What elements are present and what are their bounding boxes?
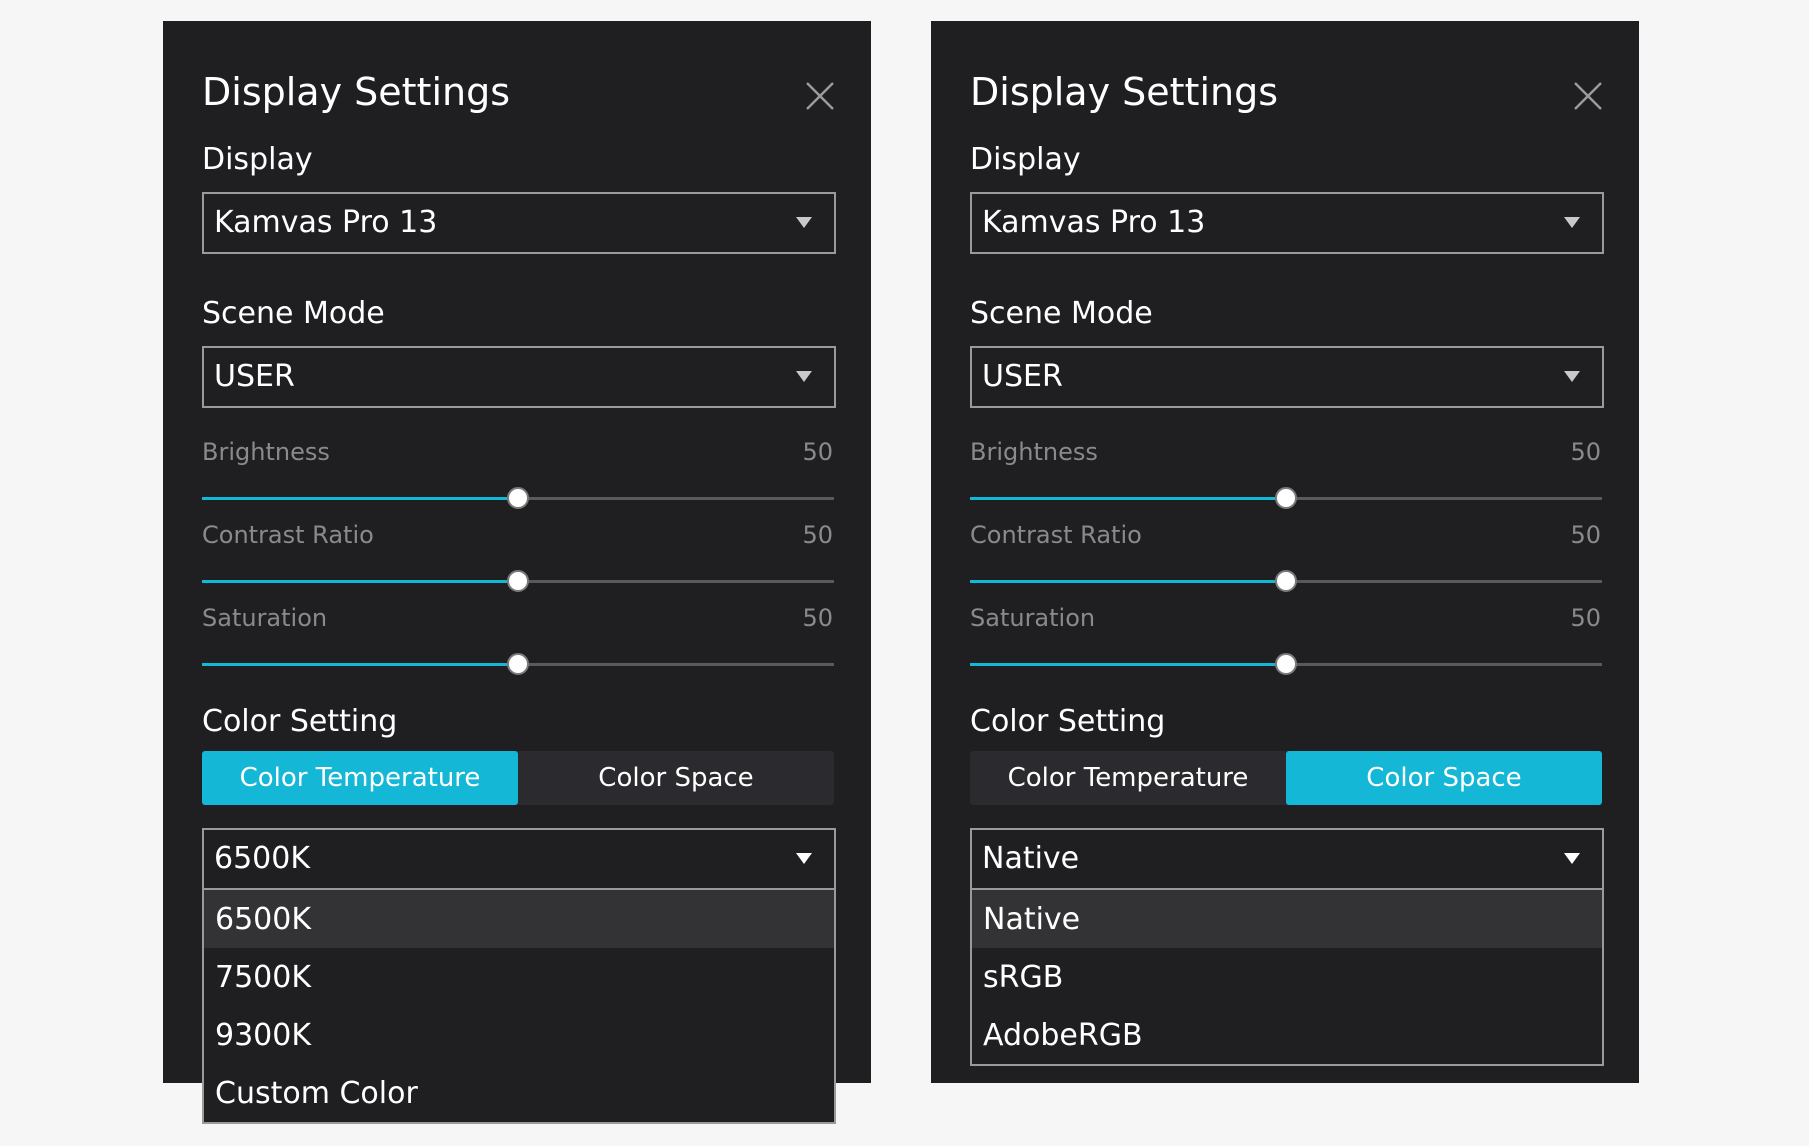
chevron-down-icon bbox=[1564, 217, 1580, 228]
slider-thumb[interactable] bbox=[1275, 653, 1297, 675]
slider-fill bbox=[970, 663, 1286, 666]
contrast-ratio-slider[interactable] bbox=[202, 570, 834, 592]
brightness-slider[interactable] bbox=[970, 487, 1602, 509]
slider-thumb[interactable] bbox=[1275, 570, 1297, 592]
saturation-slider[interactable] bbox=[970, 653, 1602, 675]
tab-color-space[interactable]: Color Space bbox=[1286, 751, 1602, 805]
brightness-value: 50 bbox=[802, 438, 833, 466]
display-label: Display bbox=[970, 142, 1081, 177]
brightness-value: 50 bbox=[1570, 438, 1601, 466]
tab-color-space[interactable]: Color Space bbox=[518, 751, 834, 805]
tab-color-temperature[interactable]: Color Temperature bbox=[970, 751, 1286, 805]
color-space-select[interactable]: Native bbox=[970, 828, 1604, 890]
dropdown-option-label: 9300K bbox=[215, 1018, 312, 1053]
display-settings-panel-temperature: Display Settings Display Kamvas Pro 13 S… bbox=[163, 21, 871, 1124]
display-select[interactable]: Kamvas Pro 13 bbox=[202, 192, 836, 254]
slider-fill bbox=[202, 663, 518, 666]
dropdown-option-label: 7500K bbox=[215, 960, 312, 995]
display-select[interactable]: Kamvas Pro 13 bbox=[970, 192, 1604, 254]
display-select-value: Kamvas Pro 13 bbox=[982, 205, 1206, 240]
contrast-ratio-label: Contrast Ratio bbox=[970, 521, 1142, 549]
chevron-down-icon bbox=[1564, 853, 1580, 864]
color-setting-label: Color Setting bbox=[202, 704, 398, 739]
scene-mode-label: Scene Mode bbox=[202, 296, 385, 331]
scene-mode-label: Scene Mode bbox=[970, 296, 1153, 331]
saturation-label: Saturation bbox=[970, 604, 1096, 632]
contrast-ratio-value: 50 bbox=[802, 521, 833, 549]
slider-thumb[interactable] bbox=[507, 653, 529, 675]
display-select-value: Kamvas Pro 13 bbox=[214, 205, 438, 240]
saturation-value: 50 bbox=[802, 604, 833, 632]
dropdown-option[interactable]: sRGB bbox=[972, 948, 1602, 1006]
slider-thumb[interactable] bbox=[507, 487, 529, 509]
display-settings-panel-space: Display Settings Display Kamvas Pro 13 S… bbox=[931, 21, 1639, 1083]
contrast-ratio-value: 50 bbox=[1570, 521, 1601, 549]
contrast-ratio-slider[interactable] bbox=[970, 570, 1602, 592]
color-temperature-dropdown: 6500K 7500K 9300K Custom Color bbox=[202, 890, 836, 1124]
brightness-label: Brightness bbox=[970, 438, 1098, 466]
dropdown-option[interactable]: Custom Color bbox=[204, 1064, 834, 1122]
close-icon[interactable] bbox=[803, 79, 837, 113]
color-setting-label: Color Setting bbox=[970, 704, 1166, 739]
saturation-label: Saturation bbox=[202, 604, 328, 632]
close-icon[interactable] bbox=[1571, 79, 1605, 113]
chevron-down-icon bbox=[796, 217, 812, 228]
slider-fill bbox=[202, 497, 518, 500]
display-label: Display bbox=[202, 142, 313, 177]
color-setting-tabs: Color Temperature Color Space bbox=[970, 751, 1602, 805]
tab-color-temperature[interactable]: Color Temperature bbox=[202, 751, 518, 805]
chevron-down-icon bbox=[796, 853, 812, 864]
contrast-ratio-label: Contrast Ratio bbox=[202, 521, 374, 549]
color-temperature-select[interactable]: 6500K bbox=[202, 828, 836, 890]
color-space-select-value: Native bbox=[982, 841, 1080, 876]
slider-fill bbox=[202, 580, 518, 583]
dropdown-option-label: Native bbox=[983, 902, 1081, 937]
dropdown-option[interactable]: 6500K bbox=[204, 890, 834, 948]
dropdown-option[interactable]: AdobeRGB bbox=[972, 1006, 1602, 1064]
slider-thumb[interactable] bbox=[507, 570, 529, 592]
brightness-label: Brightness bbox=[202, 438, 330, 466]
scene-mode-select[interactable]: USER bbox=[202, 346, 836, 408]
color-temperature-select-value: 6500K bbox=[214, 841, 311, 876]
slider-fill bbox=[970, 580, 1286, 583]
brightness-slider[interactable] bbox=[202, 487, 834, 509]
scene-mode-select-value: USER bbox=[214, 359, 295, 394]
dropdown-option-label: sRGB bbox=[983, 960, 1064, 995]
chevron-down-icon bbox=[796, 371, 812, 382]
dropdown-option-label: Custom Color bbox=[215, 1076, 418, 1111]
color-setting-tabs: Color Temperature Color Space bbox=[202, 751, 834, 805]
slider-thumb[interactable] bbox=[1275, 487, 1297, 509]
panel-title: Display Settings bbox=[970, 70, 1279, 114]
scene-mode-select-value: USER bbox=[982, 359, 1063, 394]
dropdown-option-label: 6500K bbox=[215, 902, 312, 937]
saturation-value: 50 bbox=[1570, 604, 1601, 632]
scene-mode-select[interactable]: USER bbox=[970, 346, 1604, 408]
dropdown-option-label: AdobeRGB bbox=[983, 1018, 1143, 1053]
dropdown-option[interactable]: 9300K bbox=[204, 1006, 834, 1064]
dropdown-option[interactable]: Native bbox=[972, 890, 1602, 948]
slider-fill bbox=[970, 497, 1286, 500]
dropdown-option[interactable]: 7500K bbox=[204, 948, 834, 1006]
saturation-slider[interactable] bbox=[202, 653, 834, 675]
chevron-down-icon bbox=[1564, 371, 1580, 382]
panel-title: Display Settings bbox=[202, 70, 511, 114]
color-space-dropdown: Native sRGB AdobeRGB bbox=[970, 890, 1604, 1066]
